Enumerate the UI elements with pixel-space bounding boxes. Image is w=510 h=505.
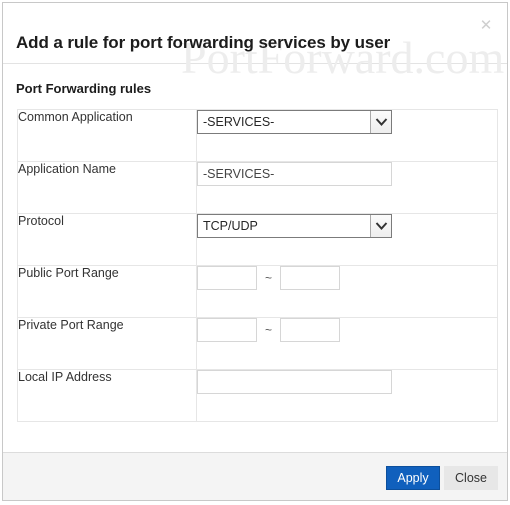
close-button[interactable]: Close	[444, 466, 498, 490]
public-port-range-start-input[interactable]	[197, 266, 257, 290]
label-common-application: Common Application	[17, 109, 197, 162]
local-ip-address-input[interactable]	[197, 370, 392, 394]
dialog-footer: Apply Close	[3, 452, 507, 500]
port-forwarding-rules-table: Common Application -SERVICES- Applicatio…	[17, 109, 498, 422]
table-row: Protocol TCP/UDP	[17, 213, 498, 266]
table-row: Private Port Range ~	[17, 317, 498, 370]
table-row: Public Port Range ~	[17, 265, 498, 318]
application-name-input[interactable]	[197, 162, 392, 186]
protocol-value: TCP/UDP	[203, 219, 258, 233]
dialog-body: Port Forwarding rules Common Application…	[3, 81, 507, 422]
table-row: Local IP Address	[17, 369, 498, 422]
common-application-select[interactable]: -SERVICES-	[197, 110, 392, 134]
private-port-range-start-input[interactable]	[197, 318, 257, 342]
dialog-header: Add a rule for port forwarding services …	[3, 3, 507, 64]
close-x-icon[interactable]: ✕	[478, 18, 494, 34]
section-title: Port Forwarding rules	[16, 81, 152, 96]
common-application-value: -SERVICES-	[203, 115, 275, 129]
label-public-port-range: Public Port Range	[17, 265, 197, 318]
private-port-range-end-input[interactable]	[279, 318, 340, 342]
page-title: Add a rule for port forwarding services …	[16, 33, 391, 52]
public-port-range-end-input[interactable]	[279, 266, 340, 290]
label-private-port-range: Private Port Range	[17, 317, 197, 370]
chevron-down-icon	[370, 215, 391, 237]
label-local-ip-address: Local IP Address	[17, 369, 197, 422]
chevron-down-icon	[370, 111, 391, 133]
table-row: Application Name	[17, 161, 498, 214]
table-row: Common Application -SERVICES-	[17, 109, 498, 162]
label-application-name: Application Name	[17, 161, 197, 214]
label-protocol: Protocol	[17, 213, 197, 266]
public-port-range-separator: ~	[264, 271, 272, 285]
port-forwarding-dialog: PortForward.com Add a rule for port forw…	[2, 2, 508, 501]
apply-button[interactable]: Apply	[386, 466, 440, 490]
protocol-select[interactable]: TCP/UDP	[197, 214, 392, 238]
private-port-range-separator: ~	[264, 323, 272, 337]
